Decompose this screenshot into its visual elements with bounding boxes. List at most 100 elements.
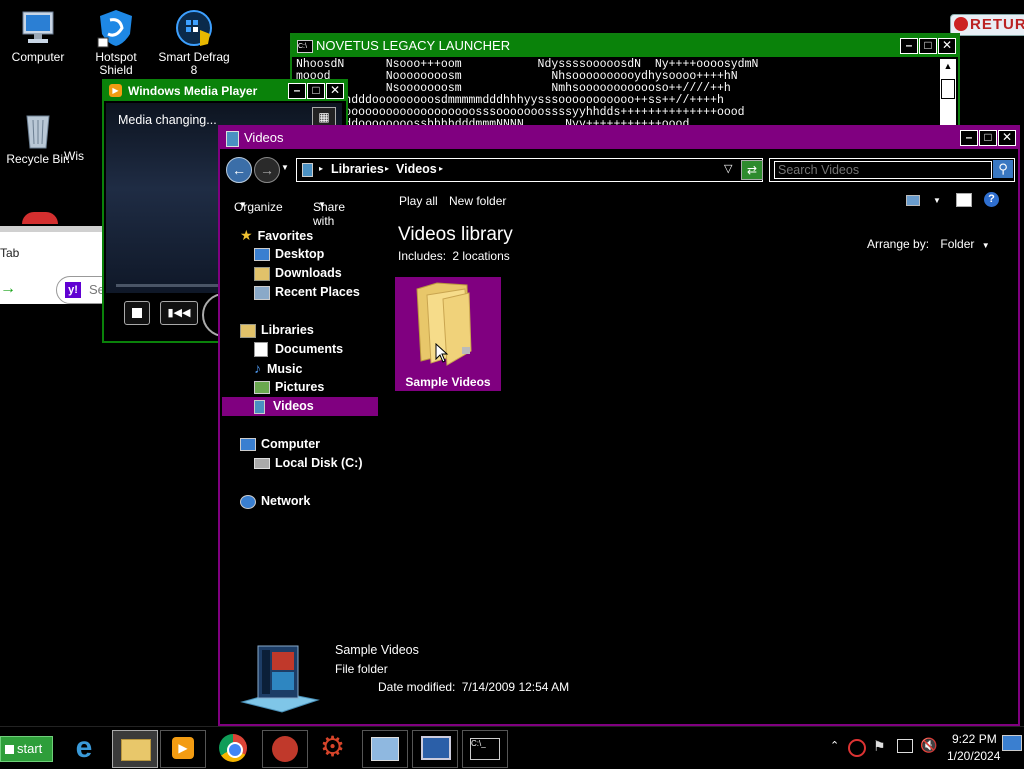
- maximize-button[interactable]: □: [919, 38, 937, 54]
- action-center-icon[interactable]: ⚑: [873, 738, 886, 755]
- help-icon[interactable]: ?: [984, 192, 999, 207]
- novetus-console-window[interactable]: C:\ NOVETUS LEGACY LAUNCHER – □ ✕ Nhoosd…: [290, 33, 960, 137]
- show-hidden-icons-button[interactable]: ⌃: [830, 739, 839, 752]
- desktop-icon-partial[interactable]: Wis: [64, 150, 104, 163]
- chevron-down-icon: ▼: [239, 200, 247, 209]
- nav-label: Downloads: [275, 266, 342, 280]
- media-player-icon: ▶: [109, 84, 122, 97]
- chevron-down-icon[interactable]: ▼: [933, 196, 941, 205]
- command-bar: Organize ▼ Share with ▼ Play all New fol…: [222, 188, 1016, 228]
- maximize-button[interactable]: □: [979, 130, 997, 146]
- breadcrumb-libraries[interactable]: Libraries: [331, 162, 384, 176]
- close-button[interactable]: ✕: [938, 38, 956, 54]
- breadcrumb-separator-icon[interactable]: ▸: [385, 164, 389, 173]
- includes-locations-link[interactable]: 2 locations: [452, 249, 509, 263]
- nav-libraries[interactable]: Libraries: [240, 321, 314, 340]
- desktop-icon-hotspot-shield[interactable]: Hotspot Shield: [78, 8, 154, 77]
- scroll-thumb[interactable]: [941, 79, 955, 99]
- scroll-up-arrow-icon[interactable]: ▲: [940, 59, 956, 73]
- return-banner[interactable]: RETUR: [950, 14, 1024, 36]
- explorer-window[interactable]: Videos – □ ✕ ← → ▼ ▸ Libraries ▸ Videos …: [218, 125, 1020, 726]
- address-bar[interactable]: ▸ Libraries ▸ Videos ▸ ▽ ⇄: [296, 158, 763, 182]
- desktop-icon-label: Hotspot Shield: [95, 50, 137, 77]
- maximize-button[interactable]: □: [307, 83, 325, 99]
- taskbar-internet-explorer[interactable]: e: [62, 730, 106, 766]
- nav-videos[interactable]: Videos: [222, 397, 378, 416]
- title-bar[interactable]: Videos – □ ✕: [220, 127, 1018, 149]
- monitor-icon: [421, 736, 451, 760]
- taskbar-console[interactable]: C:\_: [462, 730, 508, 768]
- nav-label: Music: [267, 362, 303, 376]
- refresh-button[interactable]: ⇄: [741, 160, 763, 180]
- forward-arrow-icon[interactable]: →: [0, 280, 16, 298]
- taskbar-app-red[interactable]: [262, 730, 308, 768]
- breadcrumb-separator-icon[interactable]: ▸: [319, 164, 323, 173]
- previous-button[interactable]: ▮◀◀: [160, 301, 198, 325]
- breadcrumb-videos[interactable]: Videos: [396, 162, 437, 176]
- search-icon[interactable]: ⚲: [993, 160, 1013, 178]
- taskbar-chrome[interactable]: [212, 730, 256, 766]
- arrange-by-dropdown[interactable]: Folder ▼: [940, 237, 989, 251]
- nav-music[interactable]: ♪ Music: [254, 359, 302, 378]
- stop-button[interactable]: [124, 301, 150, 325]
- nav-pictures[interactable]: Pictures: [254, 378, 324, 397]
- nav-local-disk[interactable]: Local Disk (C:): [254, 454, 363, 473]
- show-desktop-button[interactable]: [1002, 735, 1022, 751]
- network-tray-icon[interactable]: [897, 739, 913, 753]
- play-all-button[interactable]: Play all: [399, 194, 438, 208]
- security-tray-icon[interactable]: [848, 739, 866, 757]
- vertical-scrollbar[interactable]: ▲: [940, 59, 956, 131]
- red-app-icon: [272, 736, 298, 762]
- desktop-icon-smart-defrag[interactable]: Smart Defrag 8: [156, 8, 232, 77]
- smart-defrag-icon: [174, 8, 214, 48]
- taskbar-media-player[interactable]: ▶: [160, 730, 206, 768]
- partial-app-icon: [22, 212, 58, 224]
- volume-muted-icon[interactable]: 🔇: [920, 737, 937, 754]
- details-type: File folder: [335, 662, 388, 676]
- taskbar-control-panel[interactable]: [362, 730, 408, 768]
- forward-button[interactable]: →: [254, 157, 280, 183]
- nav-network[interactable]: Network: [240, 492, 310, 511]
- desktop-icon-computer[interactable]: Computer: [0, 8, 76, 64]
- close-button[interactable]: ✕: [998, 130, 1016, 146]
- seek-bar[interactable]: [116, 284, 226, 287]
- preview-pane-icon[interactable]: [956, 193, 972, 207]
- nav-desktop[interactable]: Desktop: [254, 245, 324, 264]
- breadcrumb-separator-icon[interactable]: ▸: [439, 164, 443, 173]
- taskbar-explorer[interactable]: [112, 730, 158, 768]
- nav-favorites[interactable]: ★ Favorites: [240, 226, 313, 245]
- back-button[interactable]: ←: [226, 157, 252, 183]
- clock-date[interactable]: 1/20/2024: [947, 749, 1000, 763]
- search-input[interactable]: [774, 161, 992, 179]
- desktop-icon-label: Wis: [64, 149, 84, 163]
- console-output: NhoosdN Nsooo+++oom NdyssssooooosdN Ny++…: [292, 57, 958, 131]
- change-view-icon[interactable]: [906, 195, 920, 206]
- folder-item-sample-videos[interactable]: Sample Videos: [395, 277, 501, 391]
- taskbar-smart-defrag[interactable]: ⚙: [312, 730, 356, 766]
- taskbar-remote-desktop[interactable]: [412, 730, 458, 768]
- title-bar[interactable]: C:\ NOVETUS LEGACY LAUNCHER – □ ✕: [292, 35, 958, 57]
- title-bar[interactable]: ▶ Windows Media Player – □ ✕: [104, 81, 346, 101]
- nav-documents[interactable]: Documents: [254, 340, 343, 359]
- star-icon: ★: [240, 227, 253, 243]
- recent-pages-dropdown-icon[interactable]: ▼: [281, 163, 289, 172]
- address-dropdown-icon[interactable]: ▽: [724, 162, 732, 175]
- minimize-button[interactable]: –: [288, 83, 306, 99]
- start-button[interactable]: start: [0, 736, 53, 762]
- console-icon: C:\: [297, 40, 313, 53]
- new-folder-button[interactable]: New folder: [449, 194, 506, 208]
- nav-computer[interactable]: Computer: [240, 435, 320, 454]
- nav-label: Documents: [275, 342, 344, 356]
- nav-recent-places[interactable]: Recent Places: [254, 283, 360, 302]
- recent-places-icon: [254, 285, 270, 300]
- close-button[interactable]: ✕: [326, 83, 344, 99]
- nav-downloads[interactable]: Downloads: [254, 264, 342, 283]
- documents-icon: [254, 342, 268, 358]
- minimize-button[interactable]: –: [900, 38, 918, 54]
- taskbar: start e ▶ ⚙ C:\_ ⌃ ⚑ 🔇 9:22 PM 1/20/2024: [0, 726, 1024, 769]
- music-icon: ♪: [254, 360, 261, 376]
- search-box[interactable]: ⚲: [769, 158, 1015, 182]
- clock-time[interactable]: 9:22 PM: [952, 732, 997, 746]
- minimize-button[interactable]: –: [960, 130, 978, 146]
- browser-tab-label[interactable]: Tab: [0, 246, 19, 260]
